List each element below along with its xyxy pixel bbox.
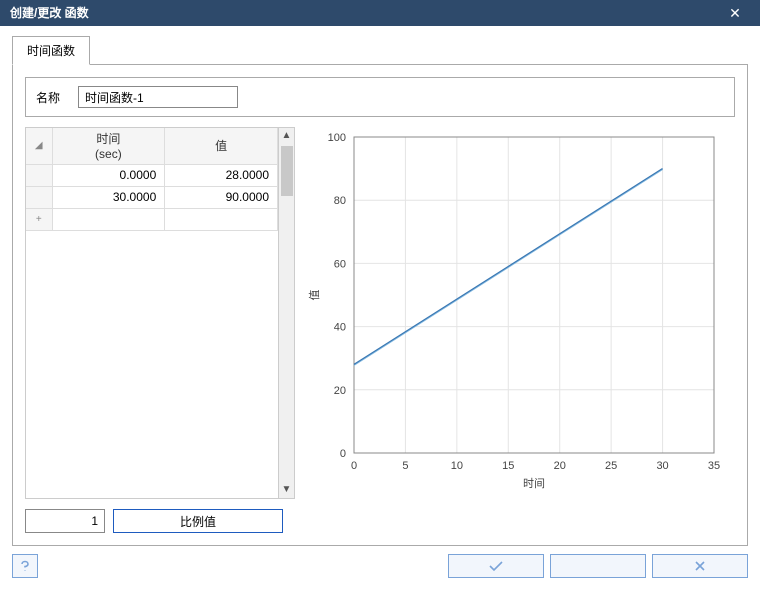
table-row[interactable]: 30.000090.0000 <box>26 186 278 208</box>
cancel-button[interactable] <box>652 554 748 578</box>
content-area: 时间函数 名称 ◢ 时间 (sec) 值 <box>0 26 760 546</box>
chart-xlabel: 时间 <box>523 477 545 490</box>
scroll-up-icon[interactable]: ▲ <box>281 128 293 144</box>
add-row-icon[interactable]: + <box>26 208 52 230</box>
svg-text:0: 0 <box>351 460 357 472</box>
chart-area: 0 5 10 15 20 25 30 35 0 20 40 60 80 100 时间 值 <box>303 127 735 499</box>
name-input[interactable] <box>78 86 238 108</box>
x-icon <box>693 560 707 572</box>
check-icon <box>487 560 505 572</box>
svg-text:25: 25 <box>605 460 617 472</box>
cell-value[interactable]: 28.0000 <box>165 164 278 186</box>
chart-svg: 0 5 10 15 20 25 30 35 0 20 40 60 80 100 时间 值 <box>303 127 735 499</box>
table-pane: ◢ 时间 (sec) 值 0.000028.000030.000090.0000… <box>25 127 295 499</box>
cell-time[interactable]: 30.0000 <box>52 186 165 208</box>
ok-button[interactable] <box>448 554 544 578</box>
svg-text:40: 40 <box>334 322 346 334</box>
name-row: 名称 <box>25 77 735 117</box>
tab-time-function[interactable]: 时间函数 <box>12 36 90 65</box>
row-header <box>26 186 52 208</box>
table-vscrollbar[interactable]: ▲ ▼ <box>279 127 295 499</box>
col-time: 时间 (sec) <box>52 128 165 164</box>
chart-ylabel: 值 <box>308 290 321 301</box>
col-value: 值 <box>165 128 278 164</box>
scale-input[interactable] <box>25 509 105 533</box>
scroll-down-icon[interactable]: ▼ <box>279 482 294 498</box>
cell-time[interactable]: 0.0000 <box>52 164 165 186</box>
help-button[interactable] <box>12 554 38 578</box>
scale-row: 比例值 <box>25 509 735 533</box>
tab-bar: 时间函数 名称 ◢ 时间 (sec) 值 <box>12 36 748 546</box>
svg-text:15: 15 <box>502 460 514 472</box>
name-label: 名称 <box>36 89 68 106</box>
svg-text:100: 100 <box>328 132 346 144</box>
data-table[interactable]: ◢ 时间 (sec) 值 0.000028.000030.000090.0000… <box>26 128 278 231</box>
cell-value[interactable]: 90.0000 <box>165 186 278 208</box>
footer <box>0 546 760 588</box>
svg-text:80: 80 <box>334 195 346 207</box>
scale-button[interactable]: 比例值 <box>113 509 283 533</box>
svg-text:0: 0 <box>340 448 346 460</box>
svg-text:60: 60 <box>334 258 346 270</box>
svg-text:30: 30 <box>656 460 668 472</box>
svg-text:10: 10 <box>451 460 463 472</box>
add-row[interactable]: + <box>26 208 278 230</box>
apply-button[interactable] <box>550 554 646 578</box>
svg-text:20: 20 <box>554 460 566 472</box>
window-title: 创建/更改 函数 <box>10 0 89 26</box>
table-row[interactable]: 0.000028.0000 <box>26 164 278 186</box>
title-bar: 创建/更改 函数 ✕ <box>0 0 760 26</box>
scroll-thumb[interactable] <box>281 146 293 196</box>
tab-panel: 名称 ◢ 时间 (sec) 值 <box>12 64 748 546</box>
svg-text:20: 20 <box>334 385 346 397</box>
corner-cell: ◢ <box>26 128 52 164</box>
svg-text:5: 5 <box>402 460 408 472</box>
row-header <box>26 164 52 186</box>
close-icon[interactable]: ✕ <box>720 0 750 26</box>
svg-text:35: 35 <box>708 460 720 472</box>
